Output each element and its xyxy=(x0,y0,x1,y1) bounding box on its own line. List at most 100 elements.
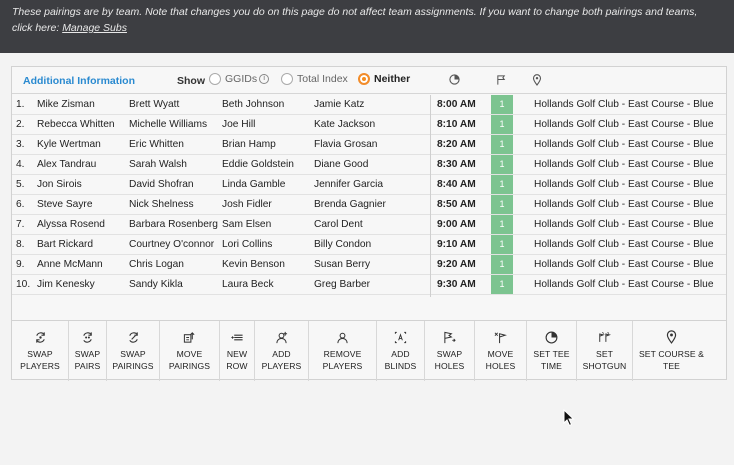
hole-badge[interactable]: 1 xyxy=(491,115,513,134)
tee-time[interactable]: 9:10 AM xyxy=(437,239,492,250)
player-name[interactable]: Josh Fidler xyxy=(222,199,314,210)
hole-badge[interactable]: 1 xyxy=(491,155,513,174)
course-name[interactable]: Hollands Golf Club - East Course - Blue xyxy=(534,279,724,290)
player-name[interactable]: Eric Whitten xyxy=(129,139,221,150)
table-row[interactable]: 7. Alyssa Rosend Barbara Rosenberg Sam Else… xyxy=(12,215,726,235)
course-name[interactable]: Hollands Golf Club - East Course - Blue xyxy=(534,119,724,130)
player-name[interactable]: Barbara Rosenberg xyxy=(129,219,221,230)
additional-information-link[interactable]: Additional Information xyxy=(23,75,135,87)
player-name[interactable]: Carol Dent xyxy=(314,219,429,230)
tee-time[interactable]: 8:10 AM xyxy=(437,119,492,130)
player-name[interactable]: Kevin Benson xyxy=(222,259,314,270)
course-name[interactable]: Hollands Golf Club - East Course - Blue xyxy=(534,259,724,270)
swap-players-button[interactable]: SWAP PLAYERS xyxy=(12,321,69,381)
player-name[interactable]: Mike Zisman xyxy=(37,99,127,110)
player-name[interactable]: Alex Tandrau xyxy=(37,159,127,170)
player-name[interactable]: Chris Logan xyxy=(129,259,221,270)
course-name[interactable]: Hollands Golf Club - East Course - Blue xyxy=(534,159,724,170)
tee-time[interactable]: 8:20 AM xyxy=(437,139,492,150)
player-name[interactable]: Alyssa Rosend xyxy=(37,219,127,230)
manage-subs-link[interactable]: Manage Subs xyxy=(62,22,127,34)
player-name[interactable]: Susan Berry xyxy=(314,259,429,270)
hole-badge[interactable]: 1 xyxy=(491,135,513,154)
move-pairings-button[interactable]: MOVE PAIRINGS xyxy=(160,321,220,381)
player-name[interactable]: Beth Johnson xyxy=(222,99,314,110)
info-icon[interactable]: i xyxy=(259,74,270,84)
player-name[interactable]: Billy Condon xyxy=(314,239,429,250)
player-name[interactable]: Jon Sirois xyxy=(37,179,127,190)
tee-time[interactable]: 8:00 AM xyxy=(437,99,492,110)
swap-pairs-button[interactable]: SWAP PAIRS xyxy=(69,321,107,381)
player-name[interactable]: Brett Wyatt xyxy=(129,99,221,110)
table-row[interactable]: 10. Jim Kenesky Sandy Kikla Laura Beck Greg … xyxy=(12,275,726,295)
player-name[interactable]: Lori Collins xyxy=(222,239,314,250)
player-name[interactable]: Laura Beck xyxy=(222,279,314,290)
player-name[interactable]: Eddie Goldstein xyxy=(222,159,314,170)
tee-time[interactable]: 9:30 AM xyxy=(437,279,492,290)
player-name[interactable]: Jamie Katz xyxy=(314,99,429,110)
player-name[interactable]: Sandy Kikla xyxy=(129,279,221,290)
table-row[interactable]: 5. Jon Sirois David Shofran Linda Gamble Jen… xyxy=(12,175,726,195)
player-name[interactable]: Courtney O'connor xyxy=(129,239,221,250)
player-name[interactable]: Diane Good xyxy=(314,159,429,170)
add-players-button[interactable]: ADD PLAYERS xyxy=(255,321,309,381)
hole-badge[interactable]: 1 xyxy=(491,175,513,194)
player-name[interactable]: Steve Sayre xyxy=(37,199,127,210)
swap-pairings-button[interactable]: SWAP PAIRINGS xyxy=(107,321,160,381)
player-name[interactable]: Bart Rickard xyxy=(37,239,127,250)
player-name[interactable]: Sam Elsen xyxy=(222,219,314,230)
table-row[interactable]: 8. Bart Rickard Courtney O'connor Lori Coll… xyxy=(12,235,726,255)
swap-holes-button[interactable]: SWAP HOLES xyxy=(425,321,475,381)
hole-badge[interactable]: 1 xyxy=(491,275,513,294)
player-name[interactable]: Brenda Gagnier xyxy=(314,199,429,210)
player-name[interactable]: Greg Barber xyxy=(314,279,429,290)
player-name[interactable]: Kyle Wertman xyxy=(37,139,127,150)
player-name[interactable]: Joe Hill xyxy=(222,119,314,130)
player-name[interactable]: Nick Shelness xyxy=(129,199,221,210)
course-name[interactable]: Hollands Golf Club - East Course - Blue xyxy=(534,99,724,110)
table-row[interactable]: 6. Steve Sayre Nick Shelness Josh Fidler Bre… xyxy=(12,195,726,215)
player-name[interactable]: David Shofran xyxy=(129,179,221,190)
hole-badge[interactable]: 1 xyxy=(491,235,513,254)
hole-badge[interactable]: 1 xyxy=(491,255,513,274)
player-name[interactable]: Jennifer Garcia xyxy=(314,179,429,190)
set-tee-time-button[interactable]: SET TEE TIME xyxy=(527,321,577,381)
remove-players-button[interactable]: REMOVE PLAYERS xyxy=(309,321,377,381)
table-row[interactable]: 9. Anne McMann Chris Logan Kevin Benson Susa… xyxy=(12,255,726,275)
set-shotgun-button[interactable]: SET SHOTGUN xyxy=(577,321,633,381)
player-name[interactable]: Rebecca Whitten xyxy=(37,119,127,130)
table-row[interactable]: 3. Kyle Wertman Eric Whitten Brian Hamp Flav… xyxy=(12,135,726,155)
player-name[interactable]: Brian Hamp xyxy=(222,139,314,150)
radio-total-index[interactable]: Total Index xyxy=(281,73,348,85)
set-course-tee-button[interactable]: SET COURSE & TEE xyxy=(633,321,710,381)
player-name[interactable]: Linda Gamble xyxy=(222,179,314,190)
player-name[interactable]: Michelle Williams xyxy=(129,119,221,130)
table-row[interactable]: 2. Rebecca Whitten Michelle Williams Joe Hi… xyxy=(12,115,726,135)
course-name[interactable]: Hollands Golf Club - East Course - Blue xyxy=(534,199,724,210)
table-row[interactable]: 4. Alex Tandrau Sarah Walsh Eddie Goldstein… xyxy=(12,155,726,175)
tee-time[interactable]: 9:00 AM xyxy=(437,219,492,230)
player-name[interactable]: Anne McMann xyxy=(37,259,127,270)
player-name[interactable]: Flavia Grosan xyxy=(314,139,429,150)
course-name[interactable]: Hollands Golf Club - East Course - Blue xyxy=(534,179,724,190)
course-name[interactable]: Hollands Golf Club - East Course - Blue xyxy=(534,239,724,250)
move-holes-button[interactable]: MOVE HOLES xyxy=(475,321,527,381)
hole-badge[interactable]: 1 xyxy=(491,195,513,214)
player-name[interactable]: Jim Kenesky xyxy=(37,279,127,290)
player-name[interactable]: Sarah Walsh xyxy=(129,159,221,170)
tee-time[interactable]: 8:40 AM xyxy=(437,179,492,190)
radio-ggids[interactable]: GGIDs i xyxy=(209,73,270,85)
course-name[interactable]: Hollands Golf Club - East Course - Blue xyxy=(534,219,724,230)
show-label: Show xyxy=(177,75,205,87)
tee-time[interactable]: 9:20 AM xyxy=(437,259,492,270)
player-name[interactable]: Kate Jackson xyxy=(314,119,429,130)
hole-badge[interactable]: 1 xyxy=(491,95,513,114)
table-row[interactable]: 1. Mike Zisman Brett Wyatt Beth Johnson Jami… xyxy=(12,95,726,115)
add-blinds-button[interactable]: ADD BLINDS xyxy=(377,321,425,381)
new-row-button[interactable]: NEW ROW xyxy=(220,321,255,381)
radio-neither[interactable]: Neither xyxy=(358,73,410,85)
tee-time[interactable]: 8:30 AM xyxy=(437,159,492,170)
tee-time[interactable]: 8:50 AM xyxy=(437,199,492,210)
course-name[interactable]: Hollands Golf Club - East Course - Blue xyxy=(534,139,724,150)
hole-badge[interactable]: 1 xyxy=(491,215,513,234)
